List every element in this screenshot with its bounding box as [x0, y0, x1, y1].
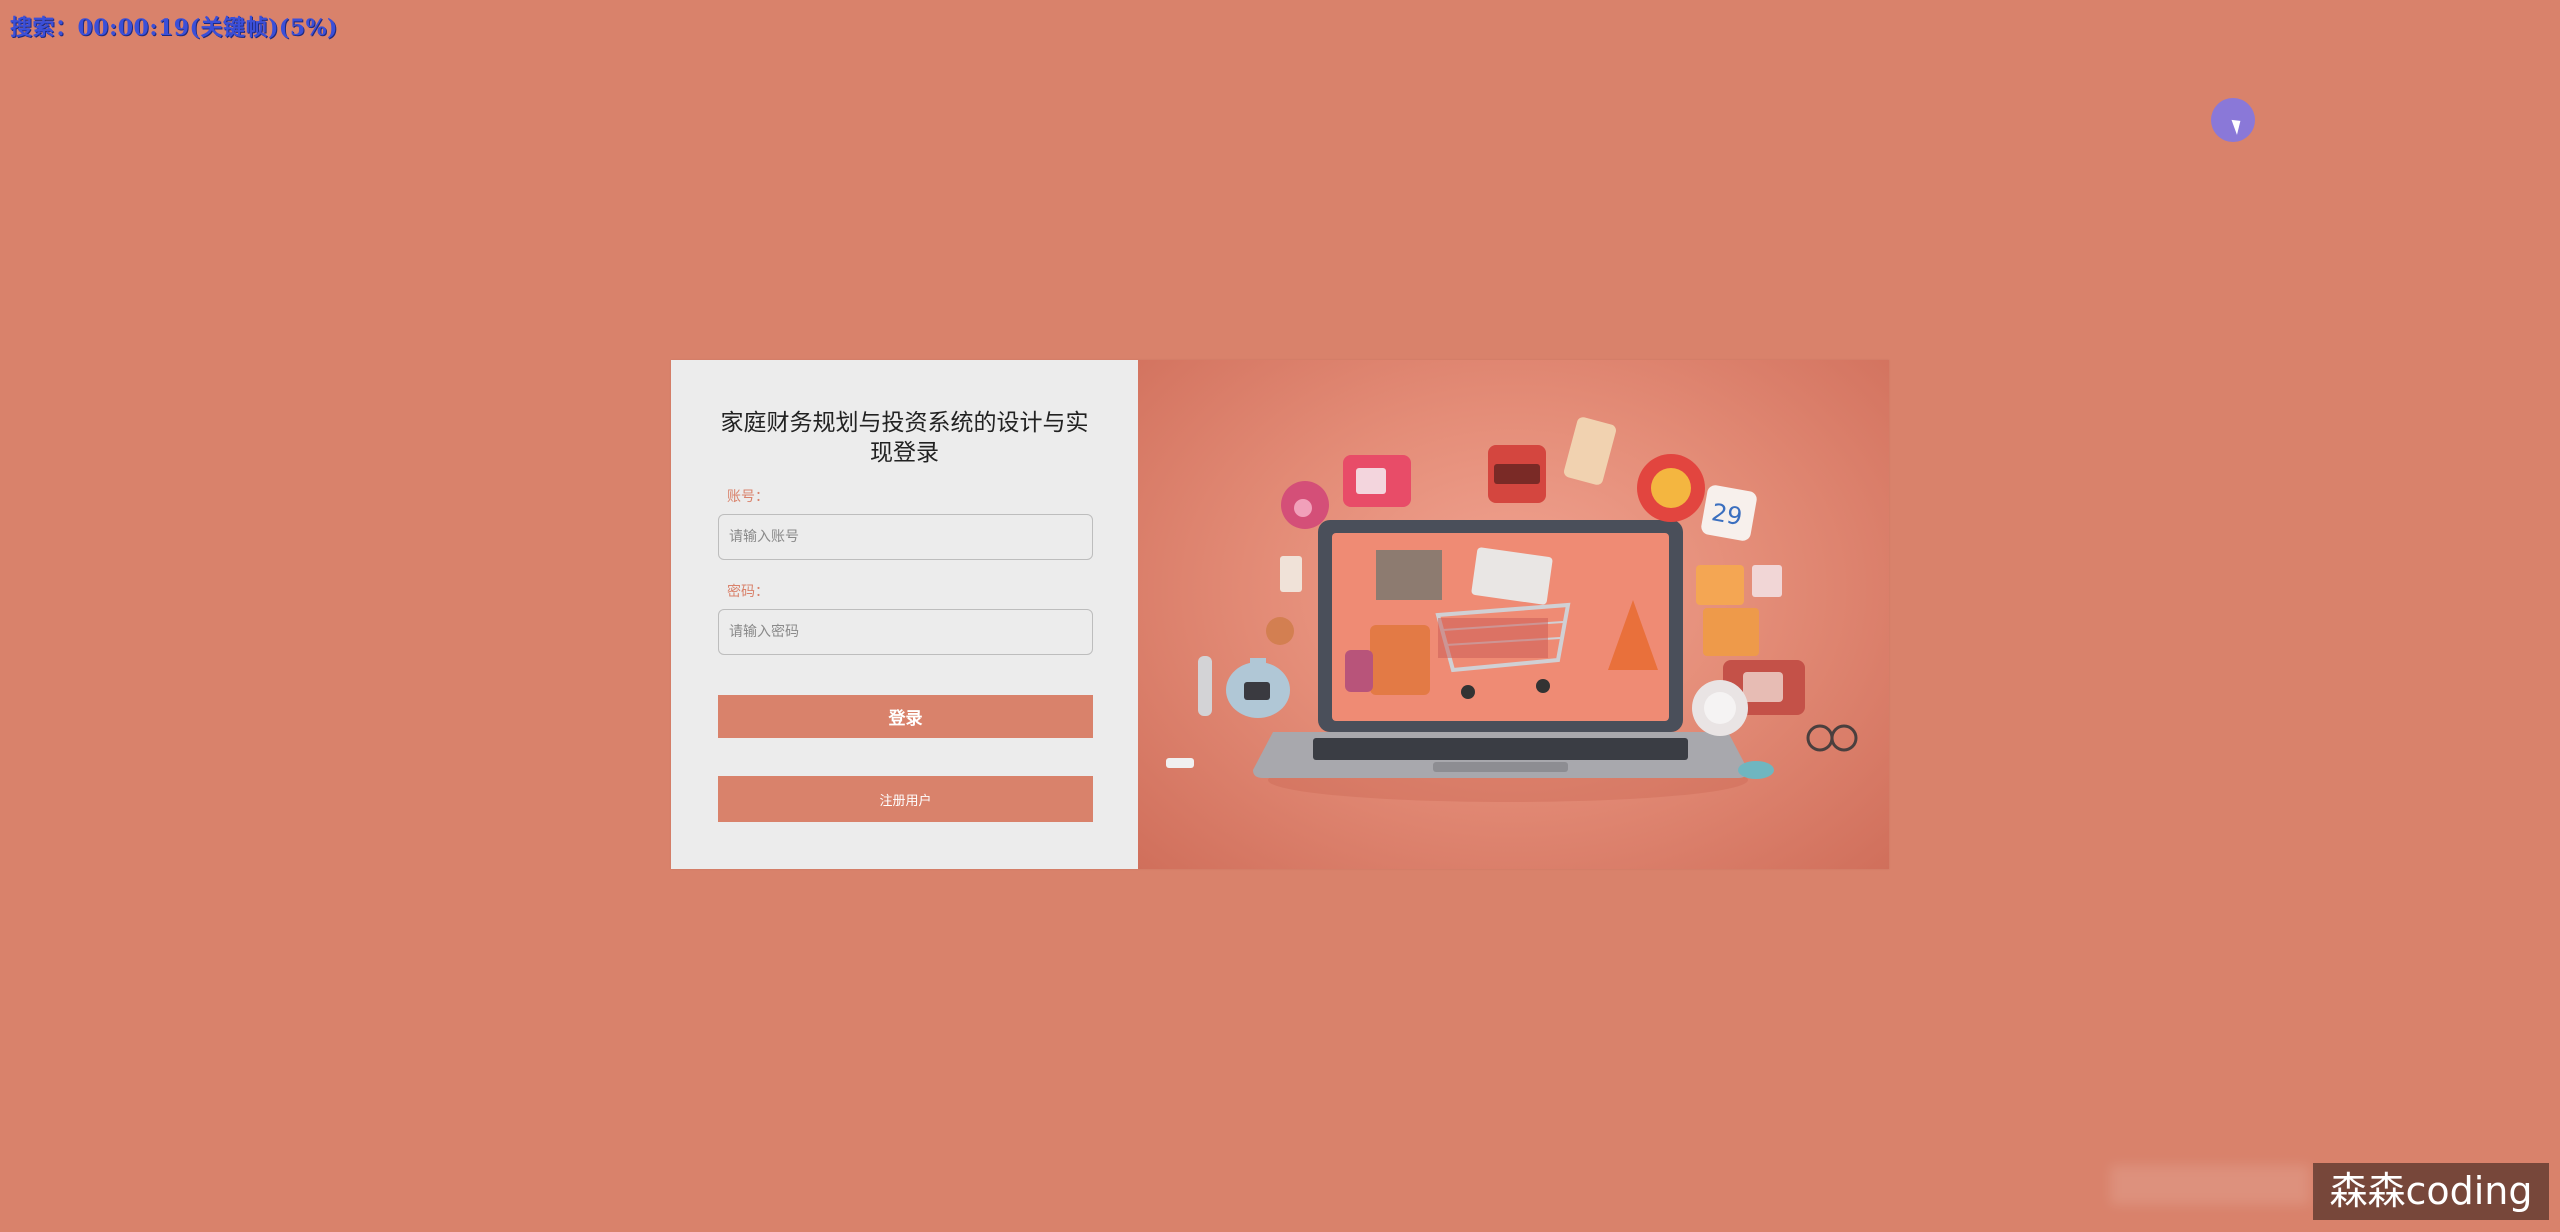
password-input[interactable] — [718, 609, 1093, 655]
svg-text:29: 29 — [1709, 498, 1744, 531]
account-label: 账号： — [727, 489, 769, 505]
login-card: 家庭财务规划与投资系统的设计与实现登录 账号： 密码： 登录 注册用户 — [671, 360, 1889, 869]
login-button[interactable]: 登录 — [718, 695, 1093, 738]
login-title: 家庭财务规划与投资系统的设计与实现登录 — [720, 410, 1089, 466]
illustration-svg: 29 — [1166, 417, 1858, 802]
login-form-panel: 家庭财务规划与投资系统的设计与实现登录 账号： 密码： 登录 注册用户 — [671, 360, 1138, 869]
watermark-label: 森森coding — [2313, 1163, 2549, 1220]
shopping-laptop-illustration: 29 — [1138, 360, 1889, 869]
register-button[interactable]: 注册用户 — [718, 776, 1093, 822]
video-search-status: 搜索：00:00:19(关键帧)(5%) — [10, 15, 338, 41]
password-label: 密码： — [727, 584, 769, 600]
account-input[interactable] — [718, 514, 1093, 560]
blurred-watermark — [2110, 1165, 2310, 1205]
